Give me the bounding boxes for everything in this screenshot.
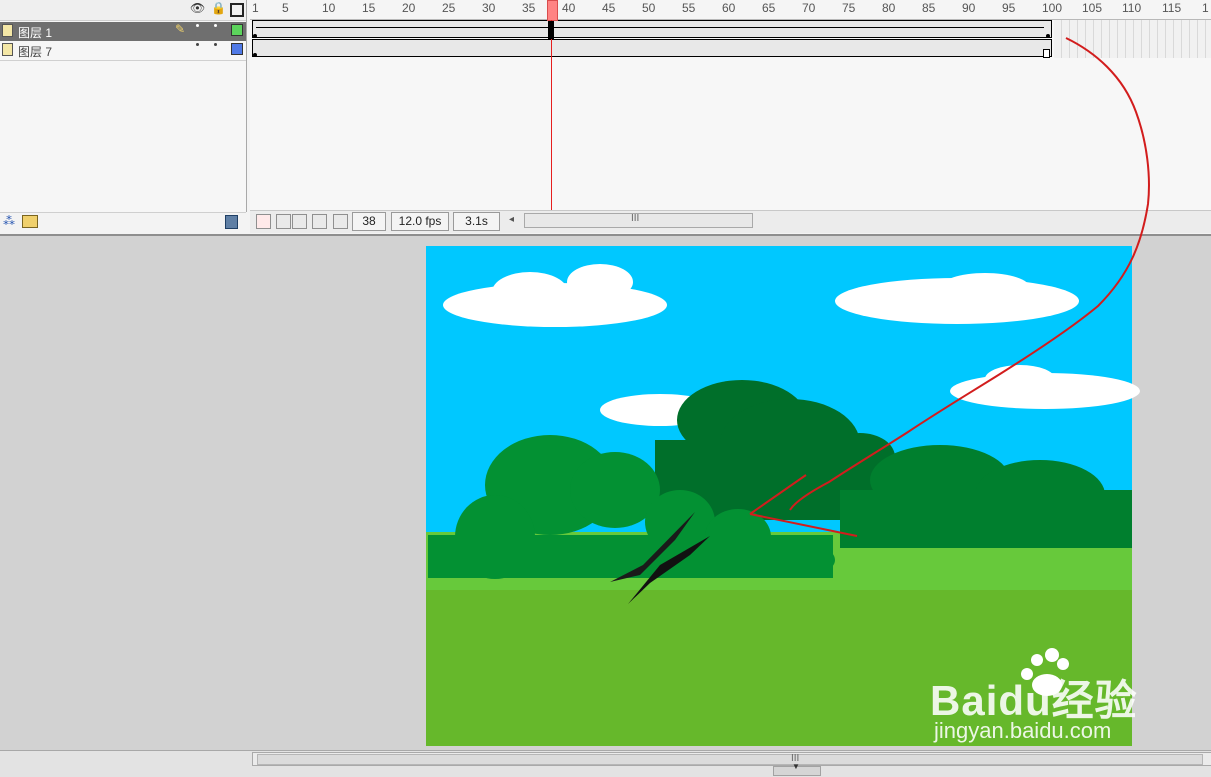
stage-horizontal-scrollbar[interactable]: III xyxy=(252,752,1211,766)
triangle-down-icon: ▼ xyxy=(792,762,800,771)
stage-artwork xyxy=(426,37,1150,746)
panel-collapse-button[interactable]: ▼ xyxy=(773,762,821,776)
baidu-watermark-url: jingyan.baidu.com xyxy=(934,718,1112,743)
stage-scroll-thumb[interactable]: III xyxy=(257,753,1203,765)
